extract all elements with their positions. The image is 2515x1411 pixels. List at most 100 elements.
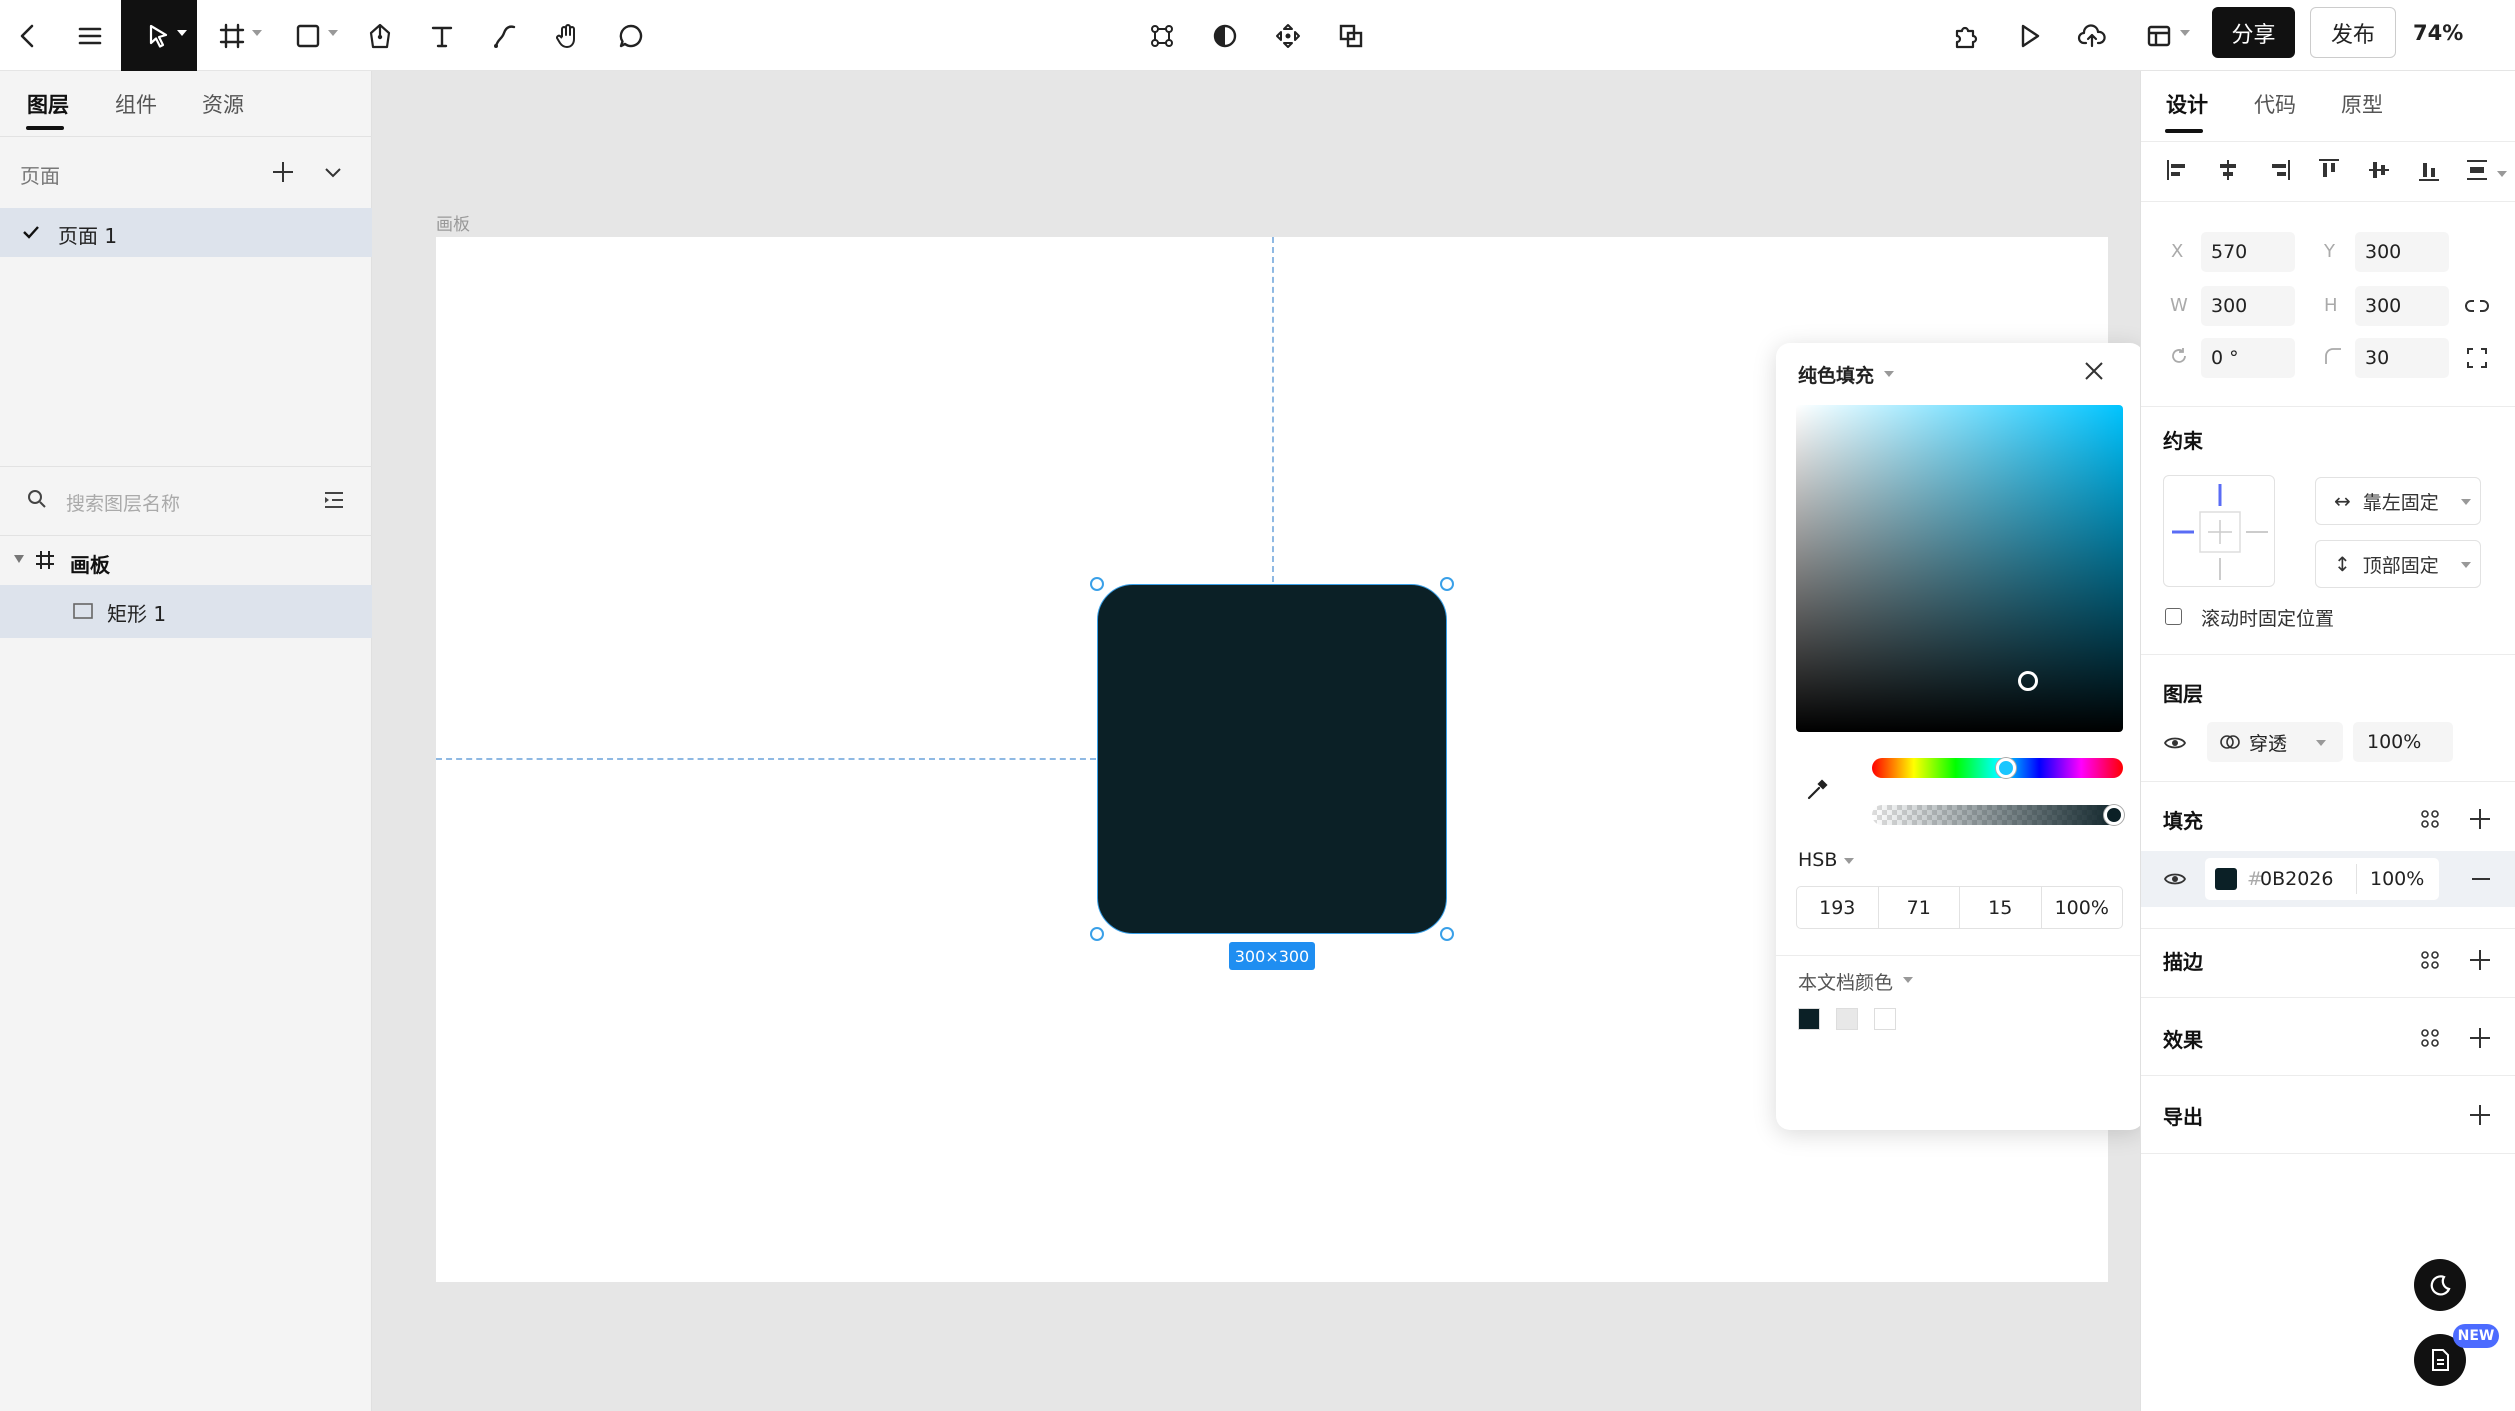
eyedropper-icon[interactable] (1804, 775, 1832, 803)
style-library-icon[interactable] (2419, 808, 2441, 830)
independent-corners-icon[interactable] (2464, 345, 2490, 371)
saturation-brightness-area[interactable] (1796, 405, 2123, 732)
moon-icon[interactable] (2414, 1259, 2466, 1311)
layer-filter-icon[interactable] (322, 488, 346, 512)
frame-tool-icon[interactable] (212, 0, 252, 71)
layer-row-selected[interactable]: 矩形 1 (0, 585, 372, 638)
document-color-swatch[interactable] (1798, 1008, 1820, 1030)
tab-code[interactable]: 代码 (2254, 89, 2296, 119)
cloud-upload-icon[interactable] (2072, 0, 2112, 71)
document-color-swatch[interactable] (1836, 1008, 1858, 1030)
plugin-icon[interactable] (1946, 0, 1986, 71)
tab-design[interactable]: 设计 (2166, 89, 2208, 119)
remove-fill-icon[interactable] (2468, 866, 2494, 892)
distribute-icon[interactable] (2464, 157, 2490, 183)
artboard-label[interactable]: 画板 (436, 210, 470, 235)
menu-icon[interactable] (70, 0, 110, 71)
add-effect-icon[interactable] (2467, 1025, 2493, 1051)
document-colors-label[interactable]: 本文档颜色 (1798, 968, 1893, 995)
x-input[interactable]: 570 (2201, 232, 2295, 272)
rectangle-tool-icon[interactable] (288, 0, 328, 71)
resize-handle-bottom-left[interactable] (1090, 927, 1104, 941)
align-horizontal-center-icon[interactable] (2215, 157, 2241, 183)
alpha-slider-knob[interactable] (2104, 805, 2124, 825)
layer-search-input[interactable]: 搜索图层名称 (66, 489, 180, 516)
play-icon[interactable] (2009, 0, 2049, 71)
layout-chevron-down-icon[interactable] (2180, 30, 2190, 36)
document-color-swatch[interactable] (1874, 1008, 1896, 1030)
fill-opacity-input[interactable]: 100% (2370, 868, 2424, 890)
hand-tool-icon[interactable] (548, 0, 588, 71)
horizontal-constraint-dropdown[interactable]: ↔ 靠左固定 (2315, 477, 2481, 525)
layer-opacity-input[interactable]: 100% (2353, 722, 2453, 762)
blend-mode-dropdown[interactable]: 穿透 (2207, 722, 2343, 762)
pencil-tool-icon[interactable] (485, 0, 525, 71)
layer-row[interactable]: 画板 (0, 537, 372, 585)
distribute-chevron-down-icon[interactable] (2497, 171, 2507, 177)
fill-value-box[interactable]: # 0B2026 100% (2205, 858, 2439, 900)
style-library-icon[interactable] (2419, 949, 2441, 971)
add-page-icon[interactable] (270, 159, 296, 185)
align-vertical-center-icon[interactable] (2366, 157, 2392, 183)
publish-button[interactable]: 发布 (2310, 7, 2396, 58)
zoom-level[interactable]: 74% (2413, 0, 2473, 65)
align-bottom-icon[interactable] (2416, 157, 2442, 183)
resize-handle-top-right[interactable] (1440, 577, 1454, 591)
boolean-icon[interactable] (1331, 0, 1371, 71)
brightness-input[interactable]: 15 (1960, 887, 2042, 928)
align-left-icon[interactable] (2165, 157, 2191, 183)
constraint-widget[interactable] (2163, 475, 2275, 587)
resize-handle-bottom-right[interactable] (1440, 927, 1454, 941)
corner-radius-input[interactable]: 30 (2355, 338, 2449, 378)
frame-tool-chevron-down-icon[interactable] (252, 30, 262, 36)
layout-icon[interactable] (2139, 0, 2179, 71)
constraint-move-icon[interactable] (1268, 0, 1308, 71)
color-mode-chevron-down-icon[interactable] (1844, 858, 1854, 864)
add-stroke-icon[interactable] (2467, 947, 2493, 973)
align-right-icon[interactable] (2266, 157, 2292, 183)
alpha-slider[interactable] (1872, 805, 2124, 825)
fill-color-swatch[interactable] (2215, 868, 2237, 890)
saturation-input[interactable]: 71 (1879, 887, 1960, 928)
fill-visibility-eye-icon[interactable] (2163, 869, 2187, 889)
add-export-icon[interactable] (2467, 1102, 2493, 1128)
color-mode-dropdown[interactable]: HSB (1798, 849, 1837, 871)
fill-hex-input[interactable]: 0B2026 (2260, 868, 2333, 890)
y-input[interactable]: 300 (2355, 232, 2449, 272)
alpha-input[interactable]: 100% (2042, 887, 2123, 928)
resize-handle-top-left[interactable] (1090, 577, 1104, 591)
page-item[interactable]: 页面 1 (0, 208, 372, 257)
tab-components[interactable]: 组件 (115, 89, 157, 119)
close-icon[interactable] (2082, 359, 2106, 383)
lock-ratio-icon[interactable] (2464, 293, 2490, 319)
fill-type-chevron-down-icon[interactable] (1884, 371, 1894, 377)
vertical-constraint-dropdown[interactable]: ↕ 顶部固定 (2315, 540, 2481, 588)
selected-rectangle[interactable] (1097, 584, 1447, 934)
style-library-icon[interactable] (2419, 1027, 2441, 1049)
scroll-fixed-checkbox[interactable] (2165, 608, 2182, 625)
move-tool-button[interactable] (121, 0, 197, 71)
component-icon[interactable] (1142, 0, 1182, 71)
shape-tool-chevron-down-icon[interactable] (328, 30, 338, 36)
hue-slider[interactable] (1872, 758, 2123, 778)
add-fill-icon[interactable] (2467, 806, 2493, 832)
eye-icon[interactable] (2163, 733, 2187, 753)
hue-input[interactable]: 193 (1797, 887, 1879, 928)
color-cursor[interactable] (2018, 671, 2038, 691)
back-icon[interactable] (8, 0, 48, 71)
hue-slider-knob[interactable] (1996, 758, 2016, 778)
height-input[interactable]: 300 (2355, 286, 2449, 326)
comment-tool-icon[interactable] (611, 0, 651, 71)
tab-prototype[interactable]: 原型 (2341, 89, 2383, 119)
mask-icon[interactable] (1205, 0, 1245, 71)
expand-caret-icon[interactable] (14, 555, 24, 563)
text-tool-icon[interactable] (422, 0, 462, 71)
fill-row[interactable]: # 0B2026 100% (2141, 851, 2515, 907)
rotation-input[interactable]: 0 ° (2201, 338, 2295, 378)
collapse-pages-chevron-icon[interactable] (320, 159, 346, 185)
tab-layers[interactable]: 图层 (27, 89, 69, 119)
pen-tool-icon[interactable] (360, 0, 400, 71)
tab-assets[interactable]: 资源 (202, 89, 244, 119)
fill-type-dropdown[interactable]: 纯色填充 (1798, 361, 1874, 388)
width-input[interactable]: 300 (2201, 286, 2295, 326)
